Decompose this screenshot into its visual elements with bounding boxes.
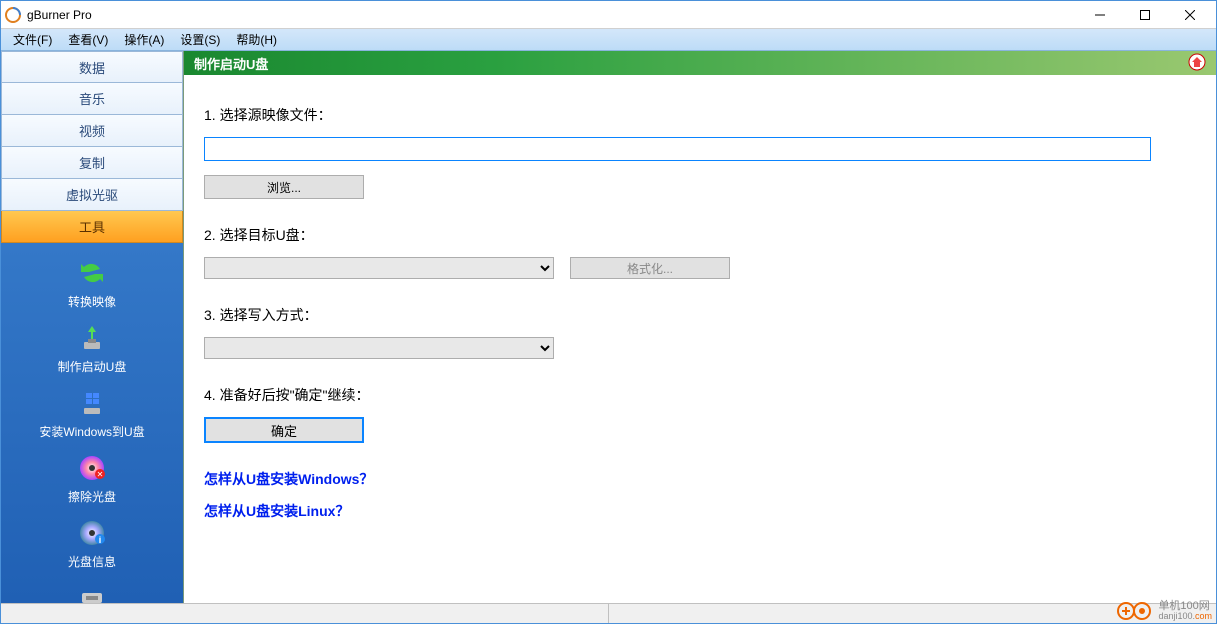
step-3: 3. 选择写入方式：: [204, 305, 1196, 359]
svg-text:✕: ✕: [97, 470, 104, 479]
home-icon[interactable]: [1188, 53, 1206, 74]
tool-bootable-usb[interactable]: 制作启动U盘: [1, 316, 183, 381]
tool-label: 安装Windows到U盘: [39, 423, 144, 440]
tool-label: 擦除光盘: [68, 488, 116, 505]
tool-partial[interactable]: [1, 576, 183, 603]
statusbar-right: [609, 604, 1216, 623]
tool-label: 转换映像: [68, 293, 116, 310]
tool-windows-usb[interactable]: 安装Windows到U盘: [1, 381, 183, 446]
window-controls: [1077, 1, 1212, 29]
sidebar-tabs: 数据 音乐 视频 复制 虚拟光驱 工具: [1, 51, 183, 243]
sidebar: 数据 音乐 视频 复制 虚拟光驱 工具 转换映像 制作启动U盘 安装Wind: [1, 51, 183, 603]
source-image-input[interactable]: [204, 137, 1151, 161]
sidebar-tab-video[interactable]: 视频: [1, 115, 183, 147]
main-header: 制作启动U盘: [184, 51, 1216, 75]
close-button[interactable]: [1167, 1, 1212, 29]
step-2: 2. 选择目标U盘： 格式化...: [204, 225, 1196, 279]
tool-label: 光盘信息: [68, 553, 116, 570]
step-4-label: 4. 准备好后按"确定"继续：: [204, 385, 1196, 405]
tool-label: 制作启动U盘: [58, 358, 127, 375]
format-button: 格式化...: [570, 257, 730, 279]
minimize-button[interactable]: [1077, 1, 1122, 29]
write-mode-dropdown[interactable]: [204, 337, 554, 359]
tool-erase-disc[interactable]: ✕ 擦除光盘: [1, 446, 183, 511]
window-title: gBurner Pro: [27, 8, 1077, 22]
confirm-button[interactable]: 确定: [204, 417, 364, 443]
step-3-label: 3. 选择写入方式：: [204, 305, 1196, 325]
app-window: gBurner Pro 文件(F) 查看(V) 操作(A) 设置(S) 帮助(H…: [0, 0, 1217, 624]
menu-view[interactable]: 查看(V): [60, 29, 116, 50]
disc-info-icon: i: [76, 517, 108, 549]
sidebar-tab-tools[interactable]: 工具: [1, 211, 183, 243]
step-2-label: 2. 选择目标U盘：: [204, 225, 1196, 245]
device-icon: [76, 582, 108, 603]
usb-windows-icon: [76, 387, 108, 419]
usb-arrow-icon: [76, 322, 108, 354]
statusbar-left: [1, 604, 609, 623]
help-link-linux[interactable]: 怎样从U盘安装Linux？: [204, 501, 1196, 521]
target-usb-dropdown[interactable]: [204, 257, 554, 279]
menu-help[interactable]: 帮助(H): [228, 29, 285, 50]
tool-convert-image[interactable]: 转换映像: [1, 251, 183, 316]
svg-text:i: i: [99, 535, 102, 545]
main-panel: 制作启动U盘 1. 选择源映像文件： 浏览... 2. 选择目标U盘：: [183, 51, 1216, 603]
sidebar-tab-copy[interactable]: 复制: [1, 147, 183, 179]
sidebar-tab-virtual[interactable]: 虚拟光驱: [1, 179, 183, 211]
maximize-button[interactable]: [1122, 1, 1167, 29]
help-link-windows[interactable]: 怎样从U盘安装Windows？: [204, 469, 1196, 489]
statusbar: [1, 603, 1216, 623]
content-area: 数据 音乐 视频 复制 虚拟光驱 工具 转换映像 制作启动U盘 安装Wind: [1, 51, 1216, 603]
sidebar-tool-list: 转换映像 制作启动U盘 安装Windows到U盘 ✕ 擦除光盘 i 光盘信息: [1, 243, 183, 603]
menu-file[interactable]: 文件(F): [5, 29, 60, 50]
sidebar-tab-data[interactable]: 数据: [1, 51, 183, 83]
step-1: 1. 选择源映像文件： 浏览...: [204, 105, 1196, 199]
browse-button[interactable]: 浏览...: [204, 175, 364, 199]
menubar: 文件(F) 查看(V) 操作(A) 设置(S) 帮助(H): [1, 29, 1216, 51]
refresh-icon: [76, 257, 108, 289]
titlebar: gBurner Pro: [1, 1, 1216, 29]
disc-erase-icon: ✕: [76, 452, 108, 484]
main-header-title: 制作启动U盘: [194, 54, 268, 73]
main-body: 1. 选择源映像文件： 浏览... 2. 选择目标U盘： 格式化... 3. 选…: [184, 75, 1216, 603]
step-1-label: 1. 选择源映像文件：: [204, 105, 1196, 125]
menu-settings[interactable]: 设置(S): [172, 29, 228, 50]
sidebar-tab-music[interactable]: 音乐: [1, 83, 183, 115]
step-4: 4. 准备好后按"确定"继续： 确定: [204, 385, 1196, 443]
tool-disc-info[interactable]: i 光盘信息: [1, 511, 183, 576]
app-icon: [5, 7, 21, 23]
menu-action[interactable]: 操作(A): [116, 29, 172, 50]
